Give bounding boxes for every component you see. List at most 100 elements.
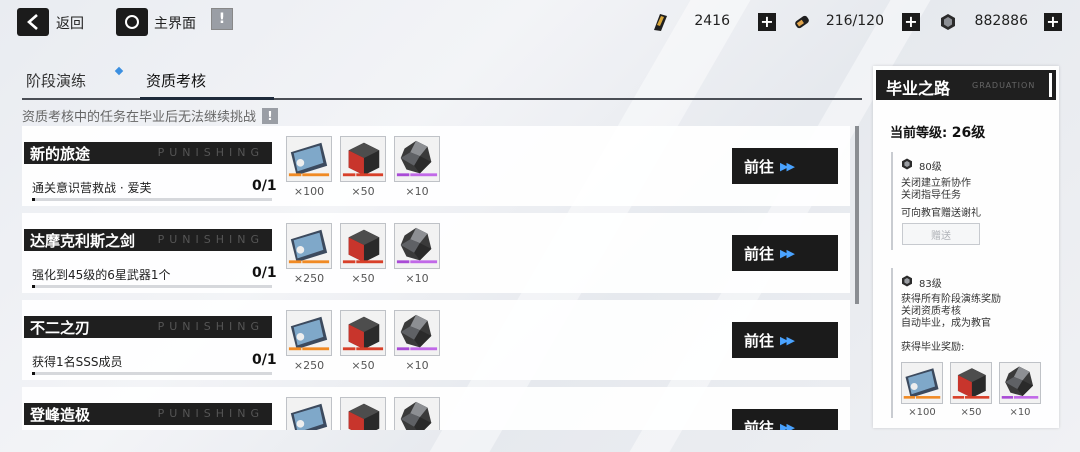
supply-ticket-icon: [286, 310, 332, 356]
panel-watermark: GRADUATION: [972, 81, 1036, 90]
level-value: 26级: [951, 125, 986, 141]
section-83-line: 自动毕业，成为教官: [901, 318, 991, 329]
go-label: 前往: [744, 418, 775, 431]
level-label: 当前等级:: [890, 126, 948, 141]
reward-item[interactable]: ×10: [394, 223, 442, 285]
reward-item[interactable]: ×250: [286, 310, 334, 372]
supply-box-icon: [340, 310, 386, 356]
coins-value: 882886: [974, 13, 1028, 29]
reward-count: ×50: [960, 407, 982, 418]
section-83-line: 获得毕业奖励:: [901, 342, 965, 353]
reward-count: ×10: [1009, 407, 1031, 418]
section-80-level: 80级: [919, 162, 942, 173]
reward-item[interactable]: ×10: [394, 310, 442, 372]
home-ring-icon: [125, 15, 139, 29]
task-title-bar: 不二之刃 PUNISHING: [24, 316, 272, 338]
task-watermark: PUNISHING: [157, 233, 264, 246]
crystal-icon: [394, 397, 440, 430]
reward-item[interactable]: ×50: [340, 223, 388, 285]
task-progress-fill: [32, 285, 35, 288]
reward-count: ×100: [908, 407, 936, 418]
warning-icon[interactable]: !: [262, 107, 279, 124]
double-arrow-icon: ▶▶: [780, 159, 795, 173]
back-label[interactable]: 返回: [56, 13, 84, 33]
task-progress-bar: [32, 198, 272, 201]
reward-item[interactable]: ×50: [340, 310, 388, 372]
supply-ticket-icon: [286, 397, 332, 430]
task-progress: 0/1: [252, 265, 277, 281]
reward-item[interactable]: [394, 397, 442, 430]
graduation-panel: 毕业之路 GRADUATION 当前等级: 26级 80级 关闭建立新协作 关闭…: [873, 66, 1059, 428]
top-bar: 返回 主界面 ! 2416 + 216/120 + 882886 +: [0, 0, 1080, 44]
ticket-icon: [654, 14, 667, 31]
panel-title: 毕业之路: [886, 79, 951, 98]
ticket-plus-button[interactable]: +: [758, 13, 776, 31]
double-arrow-icon: ▶▶: [780, 246, 795, 260]
go-button[interactable]: 前往 ▶▶: [732, 148, 838, 184]
home-label[interactable]: 主界面: [154, 13, 196, 33]
section-83-line: 关闭资质考核: [901, 306, 961, 317]
supply-ticket-icon: [286, 223, 332, 269]
task-title-bar: 达摩克利斯之剑 PUNISHING: [24, 229, 272, 251]
supply-ticket-icon: [286, 136, 332, 182]
back-button[interactable]: [17, 8, 49, 36]
reward-item[interactable]: [286, 397, 334, 430]
double-arrow-icon: ▶▶: [780, 420, 795, 431]
graduation-reward-item[interactable]: ×10: [999, 362, 1047, 418]
crystal-icon: [394, 136, 440, 182]
task-row: 达摩克利斯之剑 PUNISHING 强化到45级的6星武器1个 0/1 ×250 ×5…: [22, 213, 850, 293]
tab-qualification[interactable]: 资质考核: [146, 70, 206, 91]
reward-count: ×250: [293, 272, 325, 285]
task-watermark: PUNISHING: [157, 407, 264, 420]
reward-item[interactable]: [340, 397, 388, 430]
graduation-reward-item[interactable]: ×50: [950, 362, 998, 418]
chevron-left-icon: [27, 14, 38, 30]
go-button[interactable]: 前往 ▶▶: [732, 235, 838, 271]
notice-text: 资质考核中的任务在毕业后无法继续挑战: [22, 110, 257, 125]
task-list[interactable]: 新的旅途 PUNISHING 通关意识营救战 · 爱芙 0/1 ×100 ×50 ×1…: [22, 126, 850, 430]
resource-coins: 882886 +: [936, 10, 1076, 34]
task-description: 获得1名SSS成员: [32, 355, 123, 369]
supply-box-icon: [340, 136, 386, 182]
resource-stamina: 216/120 +: [792, 10, 932, 34]
task-progress-fill: [32, 198, 35, 201]
reward-item[interactable]: ×250: [286, 223, 334, 285]
reward-count: ×10: [405, 359, 429, 372]
task-progress-bar: [32, 285, 272, 288]
reward-count: ×50: [351, 272, 375, 285]
reward-item[interactable]: ×10: [394, 136, 442, 198]
task-title-bar: 登峰造极 PUNISHING: [24, 403, 272, 425]
scrollbar[interactable]: [855, 126, 859, 304]
new-indicator-icon: [114, 66, 124, 76]
coins-plus-button[interactable]: +: [1044, 13, 1062, 31]
task-watermark: PUNISHING: [157, 320, 264, 333]
home-button[interactable]: [116, 8, 148, 36]
go-button[interactable]: 前往 ▶▶: [732, 409, 838, 430]
coin-icon: [941, 14, 955, 30]
task-title: 达摩克利斯之剑: [30, 232, 136, 250]
info-button[interactable]: !: [211, 8, 233, 30]
crystal-icon: [394, 310, 440, 356]
go-label: 前往: [744, 157, 775, 176]
graduation-reward-item[interactable]: ×100: [901, 362, 949, 418]
reward-count: ×50: [351, 185, 375, 198]
task-description: 强化到45级的6星武器1个: [32, 268, 171, 282]
gift-button[interactable]: 赠送: [902, 223, 980, 245]
go-button[interactable]: 前往 ▶▶: [732, 322, 838, 358]
reward-item[interactable]: ×100: [286, 136, 334, 198]
section-divider: [891, 152, 893, 250]
section-divider: [891, 268, 893, 418]
tab-stage-drill[interactable]: 阶段演练: [26, 70, 86, 91]
reward-item[interactable]: ×50: [340, 136, 388, 198]
task-title: 不二之刃: [30, 319, 91, 337]
level-hex-icon: [902, 275, 912, 287]
resource-ticket: 2416 +: [646, 10, 786, 34]
go-label: 前往: [744, 331, 775, 350]
task-row: 不二之刃 PUNISHING 获得1名SSS成员 0/1 ×250 ×50 ×10 前往…: [22, 300, 850, 380]
supply-box-icon: [340, 397, 386, 430]
crystal-icon: [999, 362, 1041, 404]
section-80-line: 关闭指导任务: [901, 190, 961, 201]
stamina-plus-button[interactable]: +: [902, 13, 920, 31]
supply-box-icon: [950, 362, 992, 404]
active-tab-indicator: [140, 97, 274, 100]
